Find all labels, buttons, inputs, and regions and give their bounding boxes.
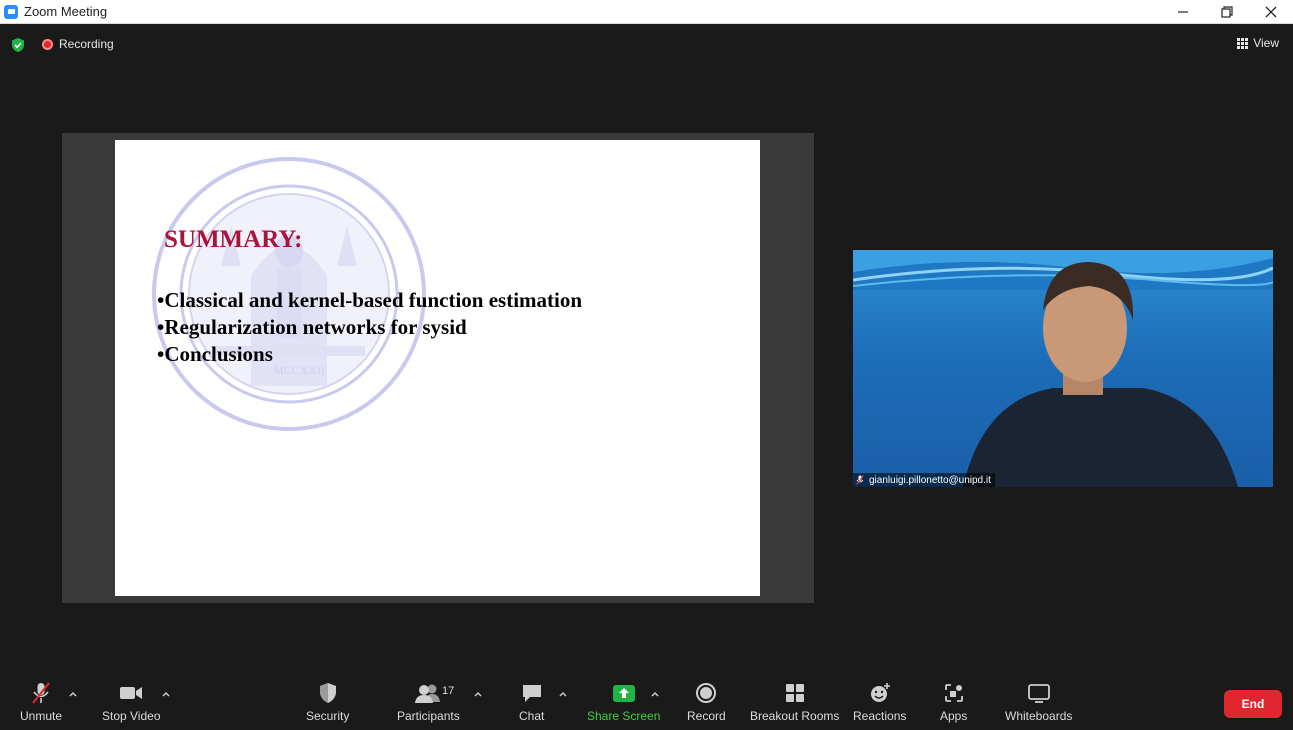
security-shield-icon bbox=[317, 680, 339, 706]
close-icon bbox=[1265, 6, 1277, 18]
recording-label: Recording bbox=[59, 37, 114, 51]
slide-bullet: •Classical and kernel-based function est… bbox=[157, 288, 583, 312]
participants-options-caret-icon[interactable] bbox=[473, 690, 483, 698]
chat-bubble-icon bbox=[520, 680, 544, 706]
record-button[interactable]: Record bbox=[687, 680, 726, 723]
apps-icon bbox=[942, 680, 966, 706]
participants-label: Participants bbox=[397, 709, 460, 723]
security-label: Security bbox=[306, 709, 350, 723]
reactions-smiley-icon bbox=[868, 680, 892, 706]
breakout-rooms-button[interactable]: Breakout Rooms bbox=[750, 680, 839, 723]
participants-icon bbox=[413, 680, 443, 706]
view-label: View bbox=[1253, 36, 1279, 50]
meeting-info-bar: Recording View bbox=[0, 25, 1293, 63]
restore-button[interactable] bbox=[1205, 0, 1249, 24]
participant-person bbox=[963, 262, 1238, 487]
window-titlebar: Zoom Meeting bbox=[0, 0, 1293, 24]
zoom-app-icon bbox=[4, 4, 18, 19]
participant-name: gianluigi.pillonetto@unipd.it bbox=[869, 474, 991, 486]
breakout-rooms-label: Breakout Rooms bbox=[750, 709, 840, 723]
participant-video-tile[interactable]: gianluigi.pillonetto@unipd.it bbox=[853, 250, 1273, 487]
restore-icon bbox=[1221, 6, 1233, 18]
recording-indicator[interactable]: Recording bbox=[42, 37, 114, 51]
chat-options-caret-icon[interactable] bbox=[558, 690, 568, 698]
chat-button[interactable]: Chat bbox=[519, 680, 544, 723]
recording-dot-icon bbox=[42, 38, 53, 50]
grid-view-icon bbox=[1237, 37, 1249, 49]
slide-title: SUMMARY: bbox=[164, 226, 303, 253]
record-icon bbox=[694, 680, 718, 706]
whiteboards-label: Whiteboards bbox=[1005, 709, 1073, 723]
participant-name-label: gianluigi.pillonetto@unipd.it bbox=[853, 473, 995, 487]
window-title: Zoom Meeting bbox=[24, 4, 108, 19]
meeting-toolbar: Unmute Stop Video Security Participants … bbox=[0, 672, 1293, 730]
security-button[interactable]: Security bbox=[306, 680, 349, 723]
unmute-label: Unmute bbox=[20, 709, 63, 723]
apps-button[interactable]: Apps bbox=[940, 680, 967, 723]
slide-bullet-list: •Classical and kernel-based function est… bbox=[157, 287, 582, 368]
muted-microphone-icon bbox=[29, 680, 53, 706]
minimize-icon bbox=[1178, 11, 1188, 13]
window-controls bbox=[1161, 0, 1293, 24]
slide-bullet: •Conclusions bbox=[157, 342, 273, 366]
view-button[interactable]: View bbox=[1237, 36, 1279, 50]
share-screen-icon bbox=[611, 680, 637, 706]
unmute-button[interactable]: Unmute bbox=[20, 680, 62, 723]
slide-bullet: •Regularization networks for sysid bbox=[157, 315, 467, 339]
minimize-button[interactable] bbox=[1161, 0, 1205, 24]
share-screen-label: Share Screen bbox=[587, 709, 661, 723]
participants-count: 17 bbox=[442, 685, 455, 697]
share-options-caret-icon[interactable] bbox=[650, 690, 660, 698]
audio-options-caret-icon[interactable] bbox=[68, 690, 78, 698]
shared-screen: MCCXXII SUMMARY: •Classical and kernel-b… bbox=[62, 133, 814, 603]
encryption-shield-icon[interactable] bbox=[10, 37, 26, 53]
video-options-caret-icon[interactable] bbox=[161, 690, 171, 698]
video-camera-icon bbox=[118, 680, 144, 706]
stop-video-button[interactable]: Stop Video bbox=[102, 680, 161, 723]
whiteboard-icon bbox=[1026, 680, 1052, 706]
muted-mic-icon bbox=[856, 475, 864, 485]
chat-label: Chat bbox=[519, 709, 545, 723]
reactions-label: Reactions bbox=[853, 709, 907, 723]
close-button[interactable] bbox=[1249, 0, 1293, 24]
reactions-button[interactable]: Reactions bbox=[853, 680, 906, 723]
whiteboards-button[interactable]: Whiteboards bbox=[1005, 680, 1072, 723]
breakout-rooms-icon bbox=[783, 680, 807, 706]
end-meeting-button[interactable]: End bbox=[1224, 690, 1282, 718]
stop-video-label: Stop Video bbox=[102, 709, 161, 723]
record-label: Record bbox=[687, 709, 726, 723]
share-screen-button[interactable]: Share Screen bbox=[587, 680, 660, 723]
apps-label: Apps bbox=[940, 709, 968, 723]
presentation-slide: MCCXXII SUMMARY: •Classical and kernel-b… bbox=[115, 140, 760, 596]
